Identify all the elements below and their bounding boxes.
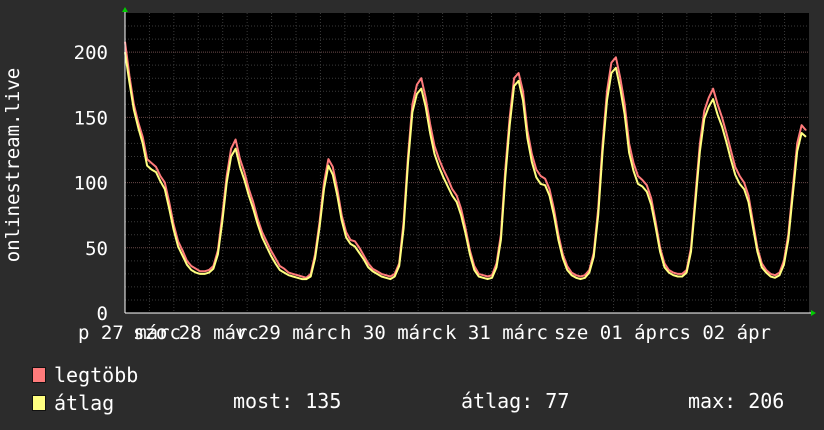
- x-tick-label: v 29 márc: [235, 322, 338, 344]
- legend-label-max: legtöbb: [54, 363, 139, 387]
- y-axis-arrow-icon: [122, 7, 128, 12]
- y-axis-label: onlinestream.live: [2, 68, 24, 262]
- legend-item-avg: átlag: [32, 389, 138, 417]
- x-tick-label: k 31 márc: [445, 322, 548, 344]
- legend-swatch-avg: [32, 395, 46, 411]
- traffic-chart: 050100150200 p 27 márcszo 28 márcv 29 má…: [2, 7, 816, 344]
- x-axis-arrow-icon: [811, 310, 816, 316]
- stat-now: most: 135: [233, 389, 342, 413]
- y-tick-label: 100: [74, 173, 108, 195]
- stat-average: átlag: 77: [461, 389, 570, 413]
- y-tick-label: 50: [85, 238, 108, 260]
- x-tick-label: cs 02 ápr: [668, 322, 771, 344]
- legend-item-max: legtöbb: [32, 361, 138, 389]
- y-tick-label: 150: [74, 107, 108, 129]
- x-tick-label: sze 01 ápr: [554, 322, 668, 344]
- y-axis: 050100150200: [74, 42, 108, 325]
- x-tick-label: h 30 márc: [340, 322, 443, 344]
- x-axis: p 27 márcszo 28 márcv 29 márc h 30 márc k …: [78, 322, 771, 344]
- legend-swatch-max: [32, 367, 46, 383]
- stat-max: max: 206: [688, 389, 785, 413]
- legend-label-avg: átlag: [54, 391, 115, 415]
- legend: legtöbb átlag: [32, 361, 138, 417]
- y-tick-label: 200: [74, 42, 108, 64]
